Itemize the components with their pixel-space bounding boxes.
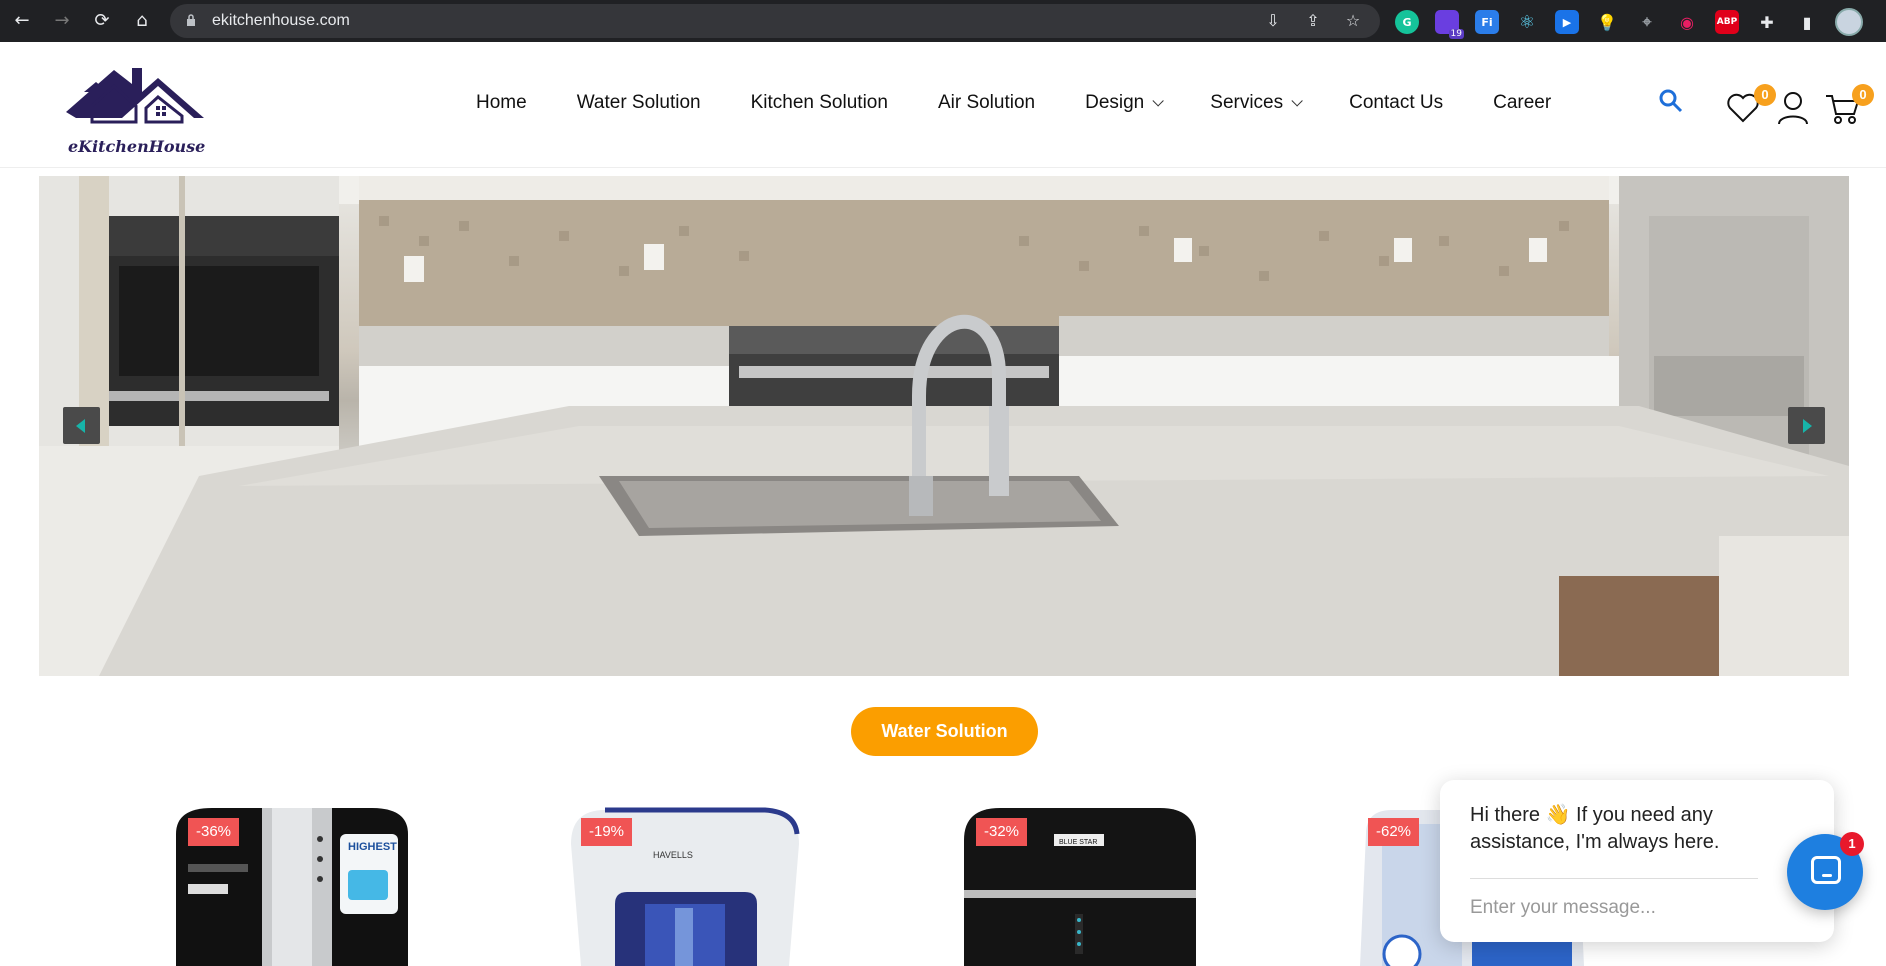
discount-badge: -62% (1368, 818, 1420, 846)
url-text: ekitchenhouse.com (212, 12, 350, 29)
wishlist-count-badge: 0 (1754, 84, 1776, 106)
chat-divider (1470, 878, 1758, 879)
bulb-extension-icon[interactable]: 💡 (1595, 10, 1619, 34)
chat-popup: Hi there 👋 If you need any assistance, I… (1440, 780, 1834, 942)
caret-left-icon (76, 419, 85, 433)
back-icon[interactable]: ← (10, 9, 34, 33)
hero-slider (39, 176, 1849, 676)
nav-career[interactable]: Career (1493, 92, 1551, 114)
chevron-down-icon (1152, 95, 1165, 107)
purple-extension-icon[interactable]: 19 (1435, 10, 1464, 39)
caret-right-icon (1803, 419, 1812, 433)
screen-extension-icon[interactable]: ▶ (1555, 10, 1579, 34)
chevron-down-icon (1291, 95, 1303, 107)
water-solution-tab-button[interactable]: Water Solution (851, 707, 1038, 756)
user-account-icon[interactable] (1776, 90, 1810, 126)
site-logo[interactable]: eKitchenHouse (62, 52, 208, 160)
browser-toolbar: ← → ⟳ ⌂ ekitchenhouse.com ⇩ ⇪ ☆ G 19 Fi … (0, 0, 1886, 42)
grammarly-extension-icon[interactable]: G (1395, 10, 1419, 34)
product-card[interactable]: HIGHEST -36% (172, 804, 412, 966)
slider-prev-button[interactable] (63, 407, 100, 444)
nav-home[interactable]: Home (476, 92, 527, 114)
chat-bubble-icon (1811, 856, 1841, 884)
profile-avatar[interactable] (1835, 8, 1863, 36)
search-icon[interactable] (1658, 88, 1684, 114)
nav-water-solution[interactable]: Water Solution (577, 92, 701, 114)
reload-icon[interactable]: ⟳ (90, 9, 114, 33)
chat-message-input[interactable] (1470, 892, 1730, 924)
adblock-plus-icon[interactable]: ABP (1715, 10, 1739, 34)
lock-icon (187, 14, 195, 26)
cart-count-badge: 0 (1852, 84, 1874, 106)
nav-kitchen-solution[interactable]: Kitchen Solution (751, 92, 888, 114)
nav-services[interactable]: Services (1210, 92, 1303, 114)
extensions-puzzle-icon[interactable]: ✚ (1755, 10, 1779, 34)
install-app-icon[interactable]: ⇩ (1264, 12, 1282, 30)
product-card[interactable]: BLUE STAR -32% (960, 804, 1200, 966)
discount-badge: -32% (976, 818, 1028, 846)
fi-extension-icon[interactable]: Fi (1475, 10, 1499, 34)
product-3-brand-text: BLUE STAR (1059, 839, 1097, 846)
react-devtools-icon[interactable]: ⚛ (1515, 10, 1539, 34)
discount-badge: -19% (581, 818, 633, 846)
house-logo-icon (66, 68, 204, 124)
share-icon[interactable]: ⇪ (1304, 12, 1322, 30)
forward-icon[interactable]: → (50, 9, 74, 33)
product-2-brand-text: HAVELLS (653, 850, 693, 860)
nav-contact-us[interactable]: Contact Us (1349, 92, 1443, 114)
bookmark-star-icon[interactable]: ☆ (1344, 12, 1362, 30)
address-bar[interactable]: ekitchenhouse.com ⇩ ⇪ ☆ (170, 4, 1380, 38)
logo-wordmark: eKitchenHouse (68, 137, 206, 156)
nav-air-solution[interactable]: Air Solution (938, 92, 1035, 114)
play-extension-icon[interactable]: ◉ (1675, 10, 1699, 34)
nav-design[interactable]: Design (1085, 92, 1165, 114)
header-actions: 0 0 (1656, 80, 1876, 130)
product-card[interactable]: HAVELLS -19% (565, 804, 805, 966)
discount-badge: -36% (188, 818, 240, 846)
chat-greeting: Hi there 👋 If you need any assistance, I… (1470, 804, 1720, 853)
home-icon[interactable]: ⌂ (130, 9, 154, 33)
site-header: eKitchenHouse Home Water Solution Kitche… (0, 42, 1886, 168)
main-navigation: Home Water Solution Kitchen Solution Air… (476, 92, 1601, 114)
chat-unread-badge: 1 (1840, 832, 1864, 856)
location-pin-extension-icon[interactable]: ⌖ (1635, 10, 1659, 34)
product-1-badge-text: HIGHEST (348, 841, 397, 853)
hero-kitchen-image (39, 176, 1849, 676)
side-panel-icon[interactable]: ▮ (1795, 10, 1819, 34)
slider-next-button[interactable] (1788, 407, 1825, 444)
